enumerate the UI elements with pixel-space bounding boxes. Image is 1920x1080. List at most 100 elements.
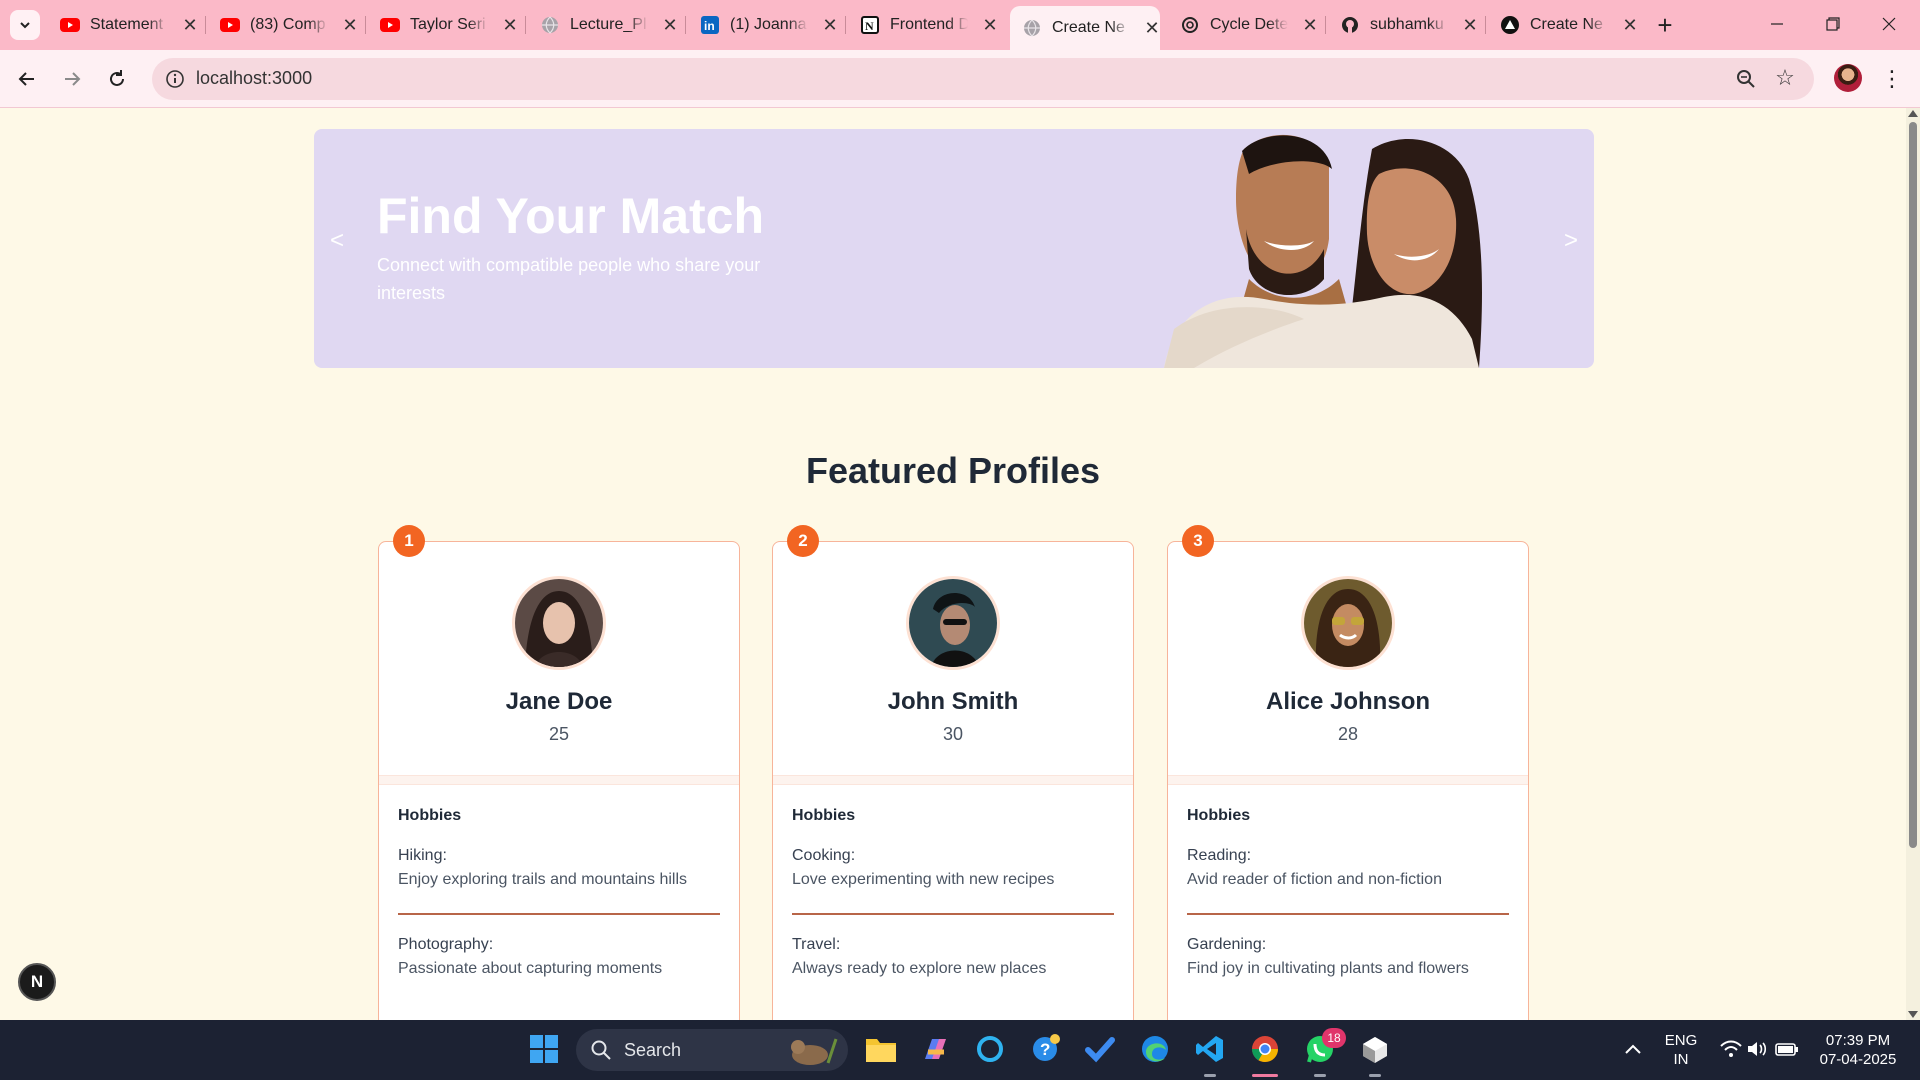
search-label: Search [624, 1039, 682, 1060]
vercel-icon [1500, 15, 1520, 35]
windows-start-icon[interactable] [527, 1032, 561, 1066]
notion-icon: N [860, 15, 880, 35]
tab-chatgpt[interactable]: Cycle Dete ✕ [1168, 8, 1318, 42]
battery-icon[interactable] [1770, 1032, 1804, 1066]
tab-title: Lecture_Pl [570, 16, 647, 33]
hobby-item: Travel: Always ready to explore new plac… [792, 936, 1114, 978]
tray-expand-icon[interactable] [1616, 1032, 1650, 1066]
scrollbar-thumb[interactable] [1909, 122, 1917, 848]
reload-icon [110, 70, 124, 86]
todo-icon[interactable] [1083, 1032, 1117, 1066]
tab-github[interactable]: subhamku ✕ [1328, 8, 1478, 42]
nextjs-dev-tools-button[interactable]: N [18, 963, 56, 1001]
tab-notion[interactable]: N Frontend D ✕ [848, 8, 998, 42]
scroll-down-icon[interactable] [1908, 1011, 1918, 1018]
hobby-item: Hiking: Enjoy exploring trails and mount… [398, 847, 720, 889]
hobby-name: Hiking: [398, 847, 447, 864]
profile-avatar[interactable] [1834, 64, 1862, 92]
tab-title: (1) Joanna [730, 16, 807, 33]
tab-youtube-comp[interactable]: (83) Comp ✕ [208, 8, 358, 42]
cursor-running-indicator [1369, 1074, 1381, 1077]
tab-lecture-plan[interactable]: Lecture_Pl ✕ [528, 8, 678, 42]
close-icon[interactable]: ✕ [182, 15, 198, 36]
hobby-item: Reading: Avid reader of fiction and non-… [1187, 847, 1509, 889]
close-window-button[interactable] [1866, 4, 1912, 44]
bookmark-star-icon[interactable]: ☆ [1772, 65, 1798, 91]
browser-menu-icon[interactable]: ⋮ [1880, 64, 1904, 94]
browser-tab-strip: Statement ✕ (83) Comp ✕ Taylor Seri ✕ Le… [0, 0, 1920, 50]
rank-badge: 1 [393, 525, 425, 557]
rank-badge: 2 [787, 525, 819, 557]
hobby-name: Photography: [398, 936, 494, 953]
chrome-icon[interactable] [1248, 1032, 1282, 1066]
taskbar-search-box[interactable]: Search [576, 1029, 848, 1071]
tab-separator [525, 16, 526, 34]
url-text[interactable]: localhost:3000 [196, 68, 312, 89]
tab-create-next-app-vercel[interactable]: Create Ne ✕ [1488, 8, 1638, 42]
chevron-down-icon [20, 22, 30, 29]
profile-card[interactable]: 2 John Smith 30 Hobbies Cooking: Love ex… [772, 525, 1134, 1020]
chatgpt-icon [1180, 15, 1200, 35]
close-icon[interactable]: ✕ [1462, 15, 1478, 36]
tab-statement[interactable]: Statement ✕ [48, 8, 198, 42]
chrome-active-indicator [1252, 1074, 1278, 1077]
tab-separator [1325, 16, 1326, 34]
copilot-icon[interactable] [918, 1032, 952, 1066]
volume-icon[interactable] [1740, 1032, 1774, 1066]
tab-separator [365, 16, 366, 34]
close-icon[interactable]: ✕ [1302, 15, 1318, 36]
vscode-icon[interactable] [1193, 1032, 1227, 1066]
profile-card[interactable]: 1 Jane Doe 25 Hobbies Hiking: Enjoy expl… [378, 525, 740, 1020]
page-viewport: < Find Your Match Connect with compatibl… [0, 108, 1906, 1020]
file-explorer-icon[interactable] [864, 1032, 898, 1066]
close-icon[interactable]: ✕ [1144, 18, 1160, 39]
restore-icon [1826, 17, 1840, 31]
site-info-icon[interactable] [162, 66, 188, 92]
tab-create-next-app-active[interactable]: Create Ne ✕ [1010, 6, 1160, 50]
profile-card[interactable]: 3 Alice Johnson 28 Hobbies Reading: Avid… [1167, 525, 1529, 1020]
close-icon[interactable]: ✕ [342, 15, 358, 36]
help-icon[interactable]: ? [1028, 1032, 1062, 1066]
hero-next-button[interactable]: > [1564, 227, 1578, 255]
new-tab-button[interactable]: + [1650, 10, 1680, 40]
youtube-icon [60, 15, 80, 35]
tab-search-button[interactable] [10, 10, 40, 40]
page-scrollbar[interactable] [1906, 108, 1920, 1020]
language-code: ENG [1664, 1032, 1698, 1049]
back-button[interactable] [12, 64, 42, 94]
scroll-up-icon[interactable] [1908, 110, 1918, 117]
clock[interactable]: 07:39 PM 07-04-2025 [1808, 1031, 1908, 1069]
address-bar[interactable]: localhost:3000 ☆ [152, 58, 1814, 100]
close-icon[interactable]: ✕ [502, 15, 518, 36]
forward-button[interactable] [57, 64, 87, 94]
globe-icon [540, 15, 560, 35]
edge-icon[interactable] [1138, 1032, 1172, 1066]
restore-button[interactable] [1810, 4, 1856, 44]
couple-photo [1164, 134, 1482, 368]
reload-button[interactable] [102, 64, 132, 94]
close-icon[interactable]: ✕ [822, 15, 838, 36]
profile-age: 30 [942, 724, 964, 744]
close-icon[interactable]: ✕ [1622, 15, 1638, 36]
close-icon[interactable]: ✕ [982, 15, 998, 36]
cortana-icon[interactable] [973, 1032, 1007, 1066]
language-indicator[interactable]: ENG IN [1656, 1031, 1706, 1069]
hobby-divider [792, 913, 1114, 915]
vscode-running-indicator [1204, 1074, 1216, 1077]
arrow-right-icon [65, 72, 81, 86]
featured-profiles-title: Featured Profiles [805, 450, 1101, 491]
close-icon[interactable]: ✕ [662, 15, 678, 36]
zoom-icon[interactable] [1734, 67, 1758, 91]
minimize-button[interactable] [1754, 4, 1800, 44]
tab-taylor-series[interactable]: Taylor Seri ✕ [368, 8, 518, 42]
hero-prev-button[interactable]: < [330, 227, 344, 255]
hobby-name: Travel: [792, 936, 841, 953]
tab-title: Create Ne [1530, 16, 1603, 33]
cursor-app-icon[interactable] [1358, 1032, 1392, 1066]
card-divider [379, 775, 739, 785]
tab-linkedin[interactable]: in (1) Joanna ✕ [688, 8, 838, 42]
beaver-search-highlight-icon [791, 1038, 838, 1065]
hobby-item: Cooking: Love experimenting with new rec… [792, 847, 1114, 889]
profile-name: John Smith [887, 688, 1019, 715]
github-icon [1340, 15, 1360, 35]
